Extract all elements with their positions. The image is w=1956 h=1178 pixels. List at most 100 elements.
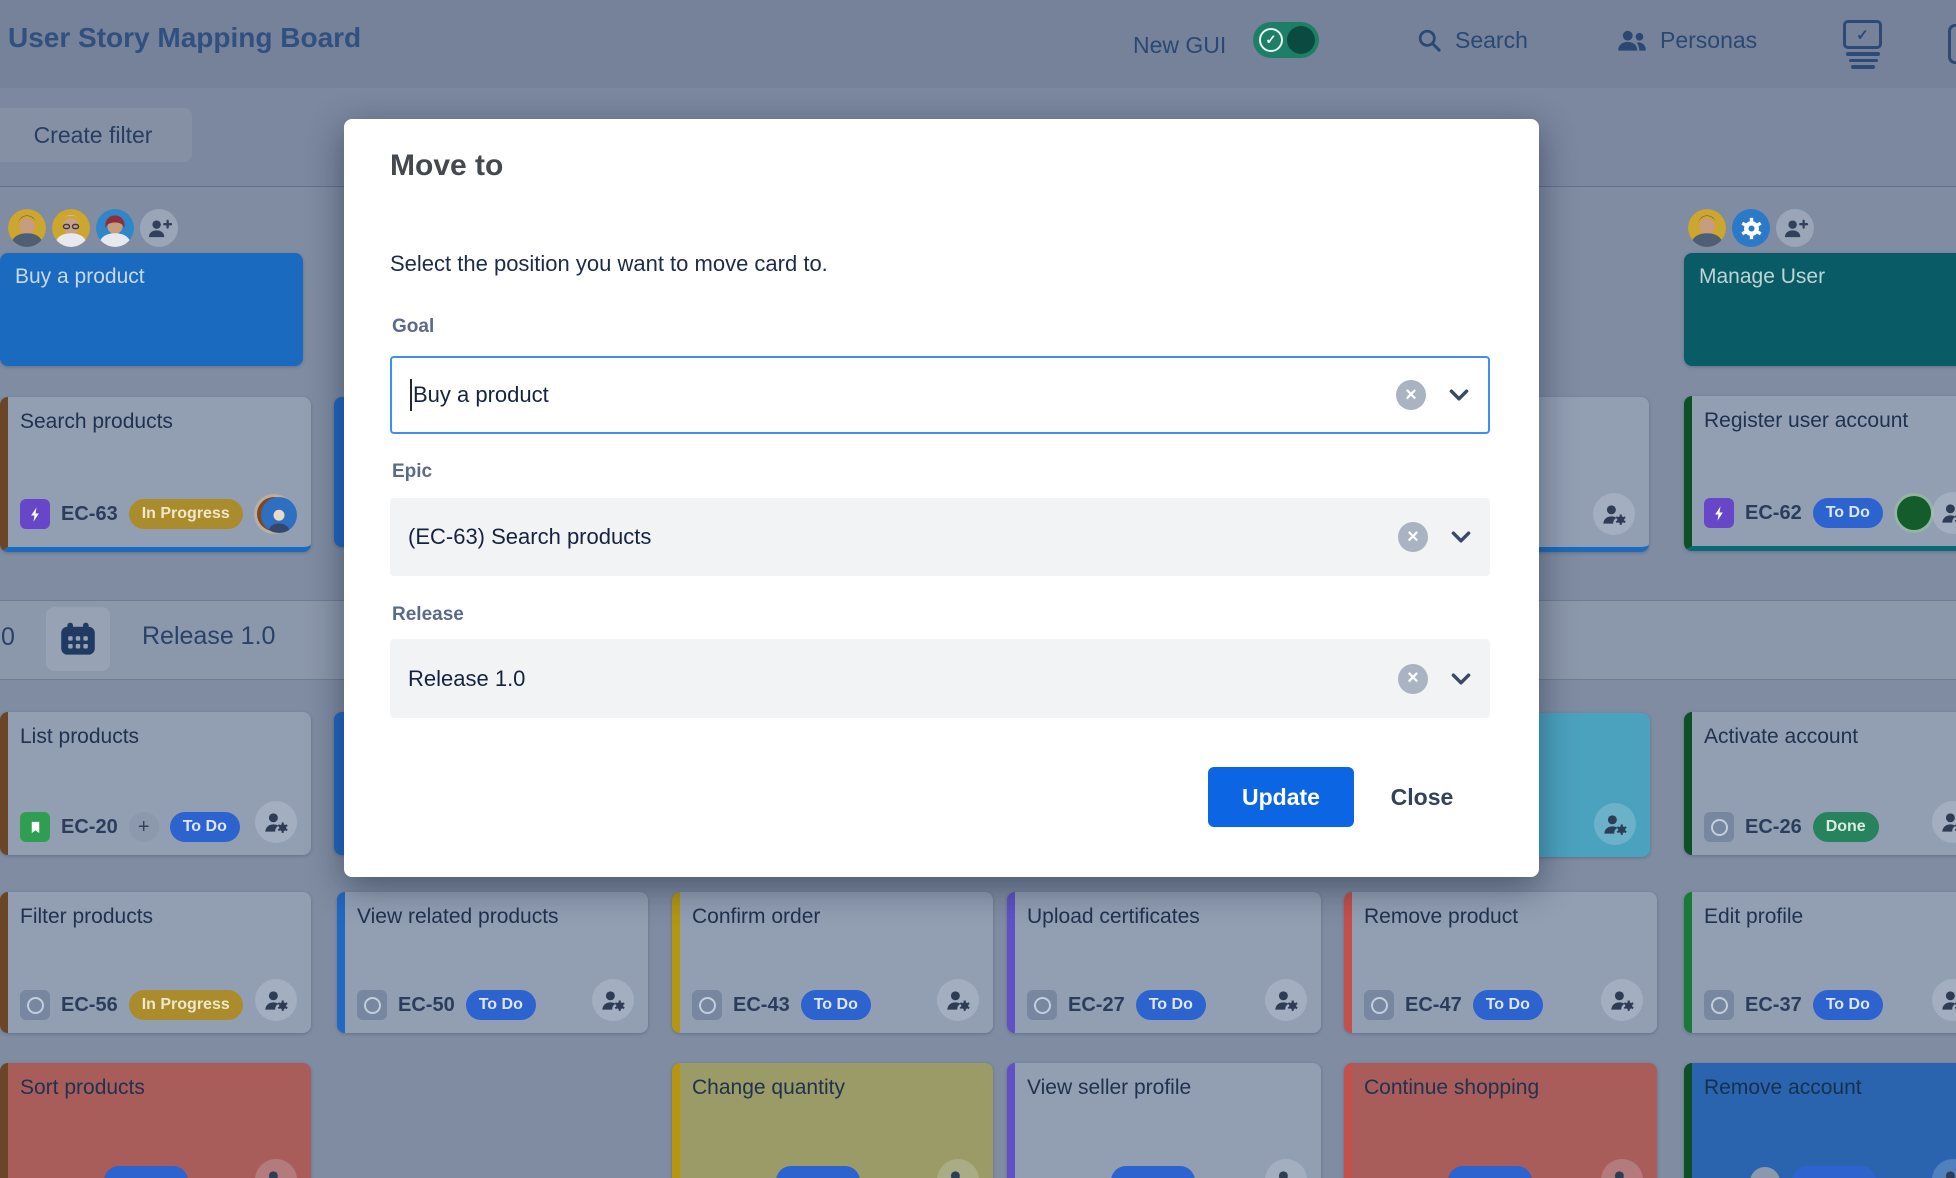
story-card-edit-profile[interactable]: Edit profile EC-37 To Do (1684, 892, 1956, 1033)
assign-user-icon[interactable] (255, 801, 297, 843)
epic-label: Epic (392, 461, 432, 483)
update-button[interactable]: Update (1208, 767, 1354, 827)
create-filter-button[interactable]: Create filter (0, 108, 192, 162)
assign-user-icon[interactable] (1932, 979, 1956, 1021)
card-title: Change quantity (692, 1076, 845, 1100)
issue-key: EC-43 (733, 994, 790, 1017)
card-title: Continue shopping (1364, 1076, 1539, 1100)
assign-user-icon[interactable] (255, 979, 297, 1021)
card-title: Confirm order (692, 905, 820, 929)
release-select[interactable]: Release 1.0 × (390, 639, 1490, 718)
card-title: Remove product (1364, 905, 1518, 929)
clear-icon[interactable]: × (1396, 380, 1426, 410)
person-gear-icon (1609, 1168, 1636, 1178)
issue-key: EC-50 (398, 994, 455, 1017)
story-card-activate-account[interactable]: Activate account EC-26 Done (1684, 712, 1956, 855)
assign-user-icon[interactable] (1601, 979, 1643, 1021)
board-view-button[interactable]: ✓ (1843, 20, 1883, 69)
assign-user-icon[interactable] (1601, 1159, 1643, 1178)
assign-user-icon[interactable] (937, 979, 979, 1021)
release-value: Release 1.0 (408, 639, 525, 718)
assign-user-icon[interactable] (1265, 1159, 1307, 1178)
story-card-continue-shopping[interactable]: Continue shopping (1344, 1063, 1657, 1178)
gear-icon (1738, 215, 1765, 242)
close-button[interactable]: Close (1366, 767, 1478, 827)
persona-dot-green[interactable] (1894, 493, 1934, 533)
story-card-remove-product[interactable]: Remove product EC-47 To Do (1344, 892, 1657, 1033)
story-card-view-seller-profile[interactable]: View seller profile (1007, 1063, 1321, 1178)
text-caret (410, 379, 412, 411)
person-gear-icon (1602, 812, 1629, 837)
add-persona-button-2[interactable] (1776, 209, 1814, 247)
status-badge: In Progress (129, 990, 243, 1020)
assign-user-icon[interactable] (1265, 979, 1307, 1021)
assign-user-icon[interactable] (1593, 493, 1635, 535)
card-title: Search products (20, 410, 173, 434)
status-badge-partial (1792, 1166, 1876, 1178)
persona-avatar-woman[interactable] (96, 209, 134, 247)
person-gear-icon (263, 810, 290, 835)
assign-user-icon[interactable] (592, 979, 634, 1021)
assign-user-icon[interactable] (255, 1159, 297, 1178)
assign-user-icon[interactable] (1932, 1159, 1956, 1178)
person-gear-icon (263, 988, 290, 1013)
clear-icon[interactable]: × (1398, 522, 1428, 552)
issue-key: EC-20 (61, 816, 118, 839)
new-gui-toggle[interactable]: ✓ (1253, 22, 1319, 58)
card-title: List products (20, 725, 139, 749)
story-card-filter-products[interactable]: Filter products EC-56 In Progress (0, 892, 311, 1033)
chevron-down-icon[interactable] (1448, 524, 1474, 550)
assign-user-icon[interactable] (1594, 803, 1636, 845)
story-card-sort-products[interactable]: Sort products (0, 1063, 311, 1178)
clear-icon[interactable]: × (1398, 664, 1428, 694)
goal-title: Manage User (1699, 265, 1825, 289)
release-label: Release 1.0 (142, 622, 275, 651)
story-card-register-user-account[interactable]: Register user account EC-62 To Do (1684, 396, 1956, 551)
clipped-release-number: 0 (1, 623, 15, 652)
persona-avatar-man[interactable] (8, 209, 46, 247)
assign-user-icon[interactable] (1932, 492, 1956, 534)
status-badge-partial (776, 1166, 860, 1178)
goal-card-buy-a-product[interactable]: Buy a product (0, 253, 303, 366)
search-button[interactable]: Search (1416, 27, 1528, 54)
story-card-change-quantity[interactable]: Change quantity (672, 1063, 993, 1178)
story-type-icon (1027, 990, 1057, 1020)
story-card-confirm-order[interactable]: Confirm order EC-43 To Do (672, 892, 993, 1033)
story-type-icon (692, 990, 722, 1020)
calendar-icon (59, 621, 97, 657)
chevron-down-icon[interactable] (1448, 666, 1474, 692)
personas-button[interactable]: Personas (1616, 27, 1757, 54)
story-card-upload-certificates[interactable]: Upload certificates EC-27 To Do (1007, 892, 1321, 1033)
story-card-view-related-products[interactable]: View related products EC-50 To Do (337, 892, 648, 1033)
status-badge: To Do (1136, 990, 1206, 1020)
person-gear-icon (1601, 502, 1628, 527)
calendar-button[interactable] (46, 607, 110, 671)
person-gear-icon (1940, 988, 1956, 1013)
dialog-description: Select the position you want to move car… (390, 251, 828, 277)
story-card-search-products[interactable]: Search products EC-63 In Progress (0, 397, 311, 552)
personas-icon (1616, 28, 1648, 54)
chevron-down-icon[interactable] (1446, 382, 1472, 408)
person-gear-icon (263, 1168, 290, 1178)
card-title: Sort products (20, 1076, 145, 1100)
story-card-list-products[interactable]: List products EC-20 + To Do (0, 712, 311, 855)
person-add-icon (146, 217, 173, 240)
goal-card-manage-user[interactable]: Manage User (1684, 253, 1956, 366)
assign-user-icon[interactable] (937, 1159, 979, 1178)
issue-key: EC-63 (61, 503, 118, 526)
story-type-icon (20, 812, 50, 842)
persona-gear-avatar[interactable] (1732, 209, 1770, 247)
person-gear-icon (1273, 1168, 1300, 1178)
goal-select[interactable]: Buy a product × (390, 356, 1490, 434)
story-type-icon (1704, 812, 1734, 842)
add-persona-button[interactable] (140, 209, 178, 247)
persona-avatar-grandma[interactable] (52, 209, 90, 247)
status-badge: To Do (801, 990, 871, 1020)
assignee-avatar[interactable] (261, 497, 297, 533)
add-icon[interactable]: + (129, 812, 159, 842)
persona-avatar-man-2[interactable] (1688, 209, 1726, 247)
story-card-remove-account[interactable]: Remove account (1684, 1063, 1956, 1178)
clipped-toolbar-icon[interactable] (1948, 24, 1956, 64)
assign-user-icon[interactable] (1932, 801, 1956, 843)
epic-select[interactable]: (EC-63) Search products × (390, 498, 1490, 576)
